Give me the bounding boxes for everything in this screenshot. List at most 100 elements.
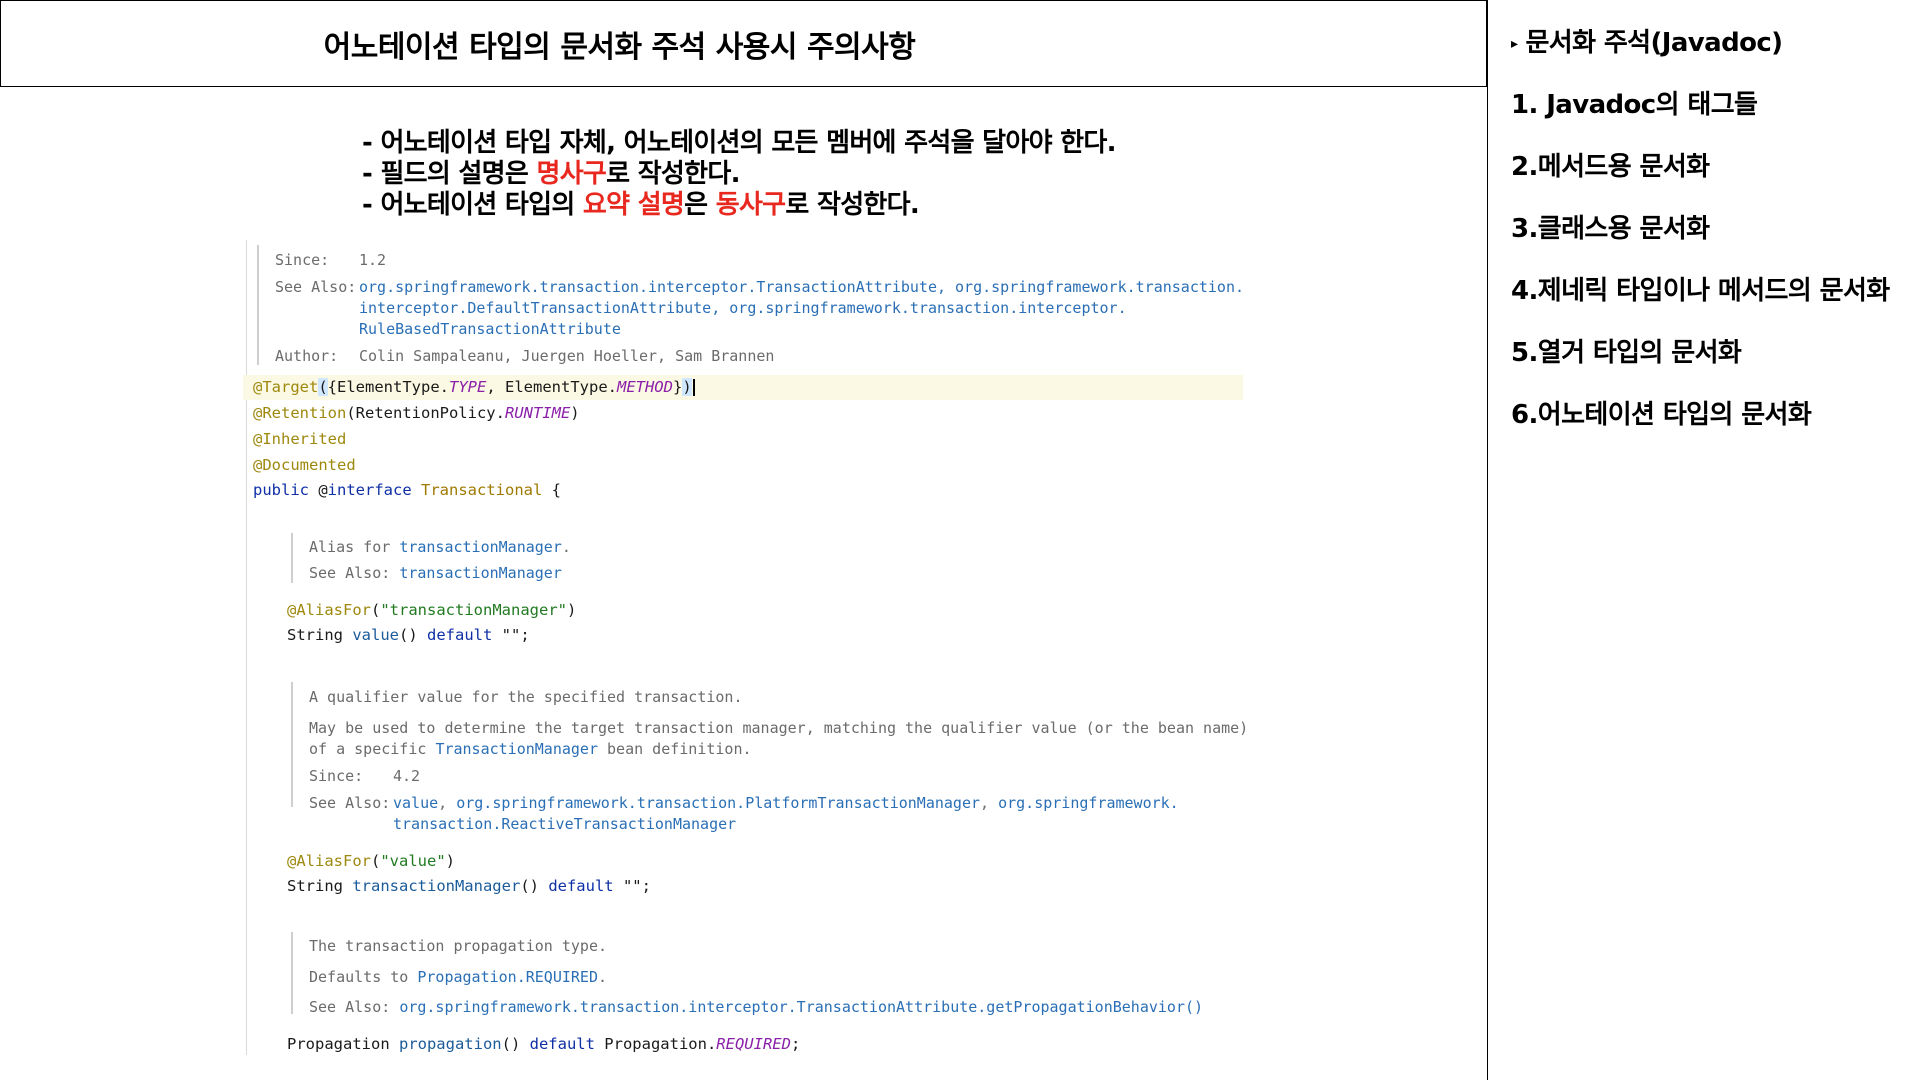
see-also-label: See Also: xyxy=(309,998,391,1016)
keyword: interface xyxy=(327,481,412,499)
note-highlight: 명사구 xyxy=(536,159,607,189)
code-text: ""; xyxy=(613,877,651,895)
keyword: default xyxy=(427,626,493,644)
note-text: 로 작성한다. xyxy=(785,190,920,220)
type-name: String xyxy=(287,877,353,895)
sidebar-item-annotation-doc[interactable]: 6.어노테이션 타입의 문서화 xyxy=(1511,400,1812,430)
sidebar-item-method-doc[interactable]: 2.메서드용 문서화 xyxy=(1511,152,1710,182)
sidebar-toc: ▸ 문서화 주석(Javadoc) 1. Javadoc의 태그들 2.메서드용 … xyxy=(1487,0,1920,1080)
keyword: public xyxy=(253,481,309,499)
sidebar-item-enum-doc[interactable]: 5.열거 타입의 문서화 xyxy=(1511,338,1742,368)
gutter-divider xyxy=(246,240,247,1055)
sidebar-item-generic-doc[interactable]: 4.제네릭 타입이나 메서드의 문서화 xyxy=(1511,276,1890,306)
enum-constant: TYPE xyxy=(449,378,487,396)
class-doc-block: Since: 1.2 See Also: org.springframework.t… xyxy=(257,245,1244,365)
sidebar-item-javadoc[interactable]: ▸ 문서화 주석(Javadoc) xyxy=(1511,28,1783,59)
brace: { xyxy=(327,378,338,396)
documented-annotation-line[interactable]: @Documented xyxy=(253,456,356,474)
doc-text: May be used to determine the target tran… xyxy=(309,719,1249,737)
target-annotation-line[interactable]: @Target({ElementType.TYPE, ElementType.M… xyxy=(253,378,695,396)
annotation: @AliasFor xyxy=(287,852,371,870)
see-also-link[interactable]: org.springframework. xyxy=(998,794,1179,812)
doc-link[interactable]: Propagation.REQUIRED xyxy=(417,968,598,986)
paren: ) xyxy=(445,852,456,870)
brace: } xyxy=(672,378,683,396)
see-also-link[interactable]: transactionManager xyxy=(399,564,562,582)
sidebar-item-label: 6.어노테이션 타입의 문서화 xyxy=(1511,400,1812,430)
paren: ( xyxy=(371,852,381,870)
doc-text: Defaults to xyxy=(309,968,418,986)
alias-annotation-line[interactable]: @AliasFor("value") xyxy=(287,852,455,870)
doc-link[interactable]: transactionManager xyxy=(399,538,562,556)
code-editor-panel: Since: 1.2 See Also: org.springframework.t… xyxy=(243,240,1248,1055)
doc-text: . xyxy=(561,538,571,556)
doc-text: , xyxy=(438,794,457,812)
title-bar: 어노테이션 타입의 문서화 주석 사용시 주의사항 xyxy=(0,0,1487,87)
paren: ) xyxy=(566,601,577,619)
code-text: ElementType. xyxy=(505,378,617,396)
sidebar-item-javadoc-tags[interactable]: 1. Javadoc의 태그들 xyxy=(1511,90,1758,120)
see-also-link[interactable]: RuleBasedTransactionAttribute xyxy=(359,320,621,338)
string-literal: "transactionManager" xyxy=(380,601,567,619)
author-value: Colin Sampaleanu, Juergen Hoeller, Sam B… xyxy=(359,347,775,365)
see-also-label: See Also: xyxy=(275,278,357,296)
brace: { xyxy=(542,481,562,499)
code-text: () xyxy=(501,1035,530,1053)
method-name: value xyxy=(352,626,399,644)
enum-constant: RUNTIME xyxy=(504,404,571,422)
code-text: ""; xyxy=(492,626,530,644)
note-text: 은 xyxy=(684,190,716,220)
annotation: @Target xyxy=(253,378,319,396)
code-text: ; xyxy=(790,1035,801,1053)
type-name: String xyxy=(287,626,353,644)
sidebar-item-class-doc[interactable]: 3.클래스용 문서화 xyxy=(1511,214,1710,244)
doc-link[interactable]: TransactionManager xyxy=(435,740,598,758)
note-line-2: - 필드의 설명은 명사구로 작성한다. xyxy=(362,159,1116,190)
inherited-annotation-line[interactable]: @Inherited xyxy=(253,430,346,448)
see-also-link[interactable]: transaction.ReactiveTransactionManager xyxy=(393,815,736,833)
note-highlight: 동사구 xyxy=(715,190,786,220)
interface-declaration-line[interactable]: public @interface Transactional { xyxy=(253,481,561,499)
doc-text: . xyxy=(598,968,608,986)
enum-constant: REQUIRED xyxy=(716,1035,791,1053)
keyword: default xyxy=(529,1035,595,1053)
member-doc-block: A qualifier value for the specified tran… xyxy=(291,682,1253,833)
method-name: propagation xyxy=(398,1035,502,1053)
code-text: (RetentionPolicy. xyxy=(346,404,505,422)
note-line-1: - 어노테이션 타입 자체, 어노테이션의 모든 멤버에 주석을 달아야 한다. xyxy=(362,128,1116,158)
note-line-3: - 어노테이션 타입의 요약 설명은 동사구로 작성한다. xyxy=(362,190,1116,221)
note-text: - 필드의 설명은 xyxy=(362,159,537,189)
code-text: ElementType. xyxy=(337,378,449,396)
since-label: Since: xyxy=(309,767,364,785)
doc-text: bean definition. xyxy=(598,740,752,758)
since-value: 1.2 xyxy=(359,251,387,269)
note-highlight: 요약 설명 xyxy=(582,190,685,220)
propagation-member-line[interactable]: Propagation propagation() default Propag… xyxy=(287,1035,800,1053)
doc-text: Alias for xyxy=(309,538,400,556)
since-label: Since: xyxy=(275,251,330,269)
paren: ( xyxy=(318,378,328,396)
code-text: Propagation. xyxy=(594,1035,717,1053)
see-also-link[interactable]: org.springframework.transaction.Platform… xyxy=(456,794,980,812)
transaction-manager-member-line[interactable]: String transactionManager() default ""; xyxy=(287,877,651,895)
interface-name: Transactional xyxy=(421,481,543,499)
paren: ) xyxy=(682,378,692,396)
since-value: 4.2 xyxy=(393,767,421,785)
retention-annotation-line[interactable]: @Retention(RetentionPolicy.RUNTIME) xyxy=(253,404,580,422)
code-text: @ xyxy=(309,481,328,499)
sidebar-item-label: 3.클래스용 문서화 xyxy=(1511,214,1710,244)
alias-annotation-line[interactable]: @AliasFor("transactionManager") xyxy=(287,601,576,619)
see-also-link[interactable]: value xyxy=(393,794,438,812)
value-member-line[interactable]: String value() default ""; xyxy=(287,626,530,644)
code-text: () xyxy=(399,626,427,644)
see-also-link[interactable]: interceptor.DefaultTransactionAttribute,… xyxy=(359,299,1127,317)
code-text: () xyxy=(520,877,549,895)
notes-block: - 어노테이션 타입 자체, 어노테이션의 모든 멤버에 주석을 달아야 한다.… xyxy=(362,128,1116,221)
see-also-link[interactable]: org.springframework.transaction.intercep… xyxy=(399,998,1203,1016)
see-also-link[interactable]: org.springframework.transaction.intercep… xyxy=(359,278,1244,296)
note-text: - 어노테이션 타입의 xyxy=(362,190,583,220)
code-text: ) xyxy=(570,404,580,422)
paren: ( xyxy=(371,601,381,619)
doc-text: of a specific xyxy=(309,740,436,758)
note-text: 로 작성한다. xyxy=(606,159,740,189)
